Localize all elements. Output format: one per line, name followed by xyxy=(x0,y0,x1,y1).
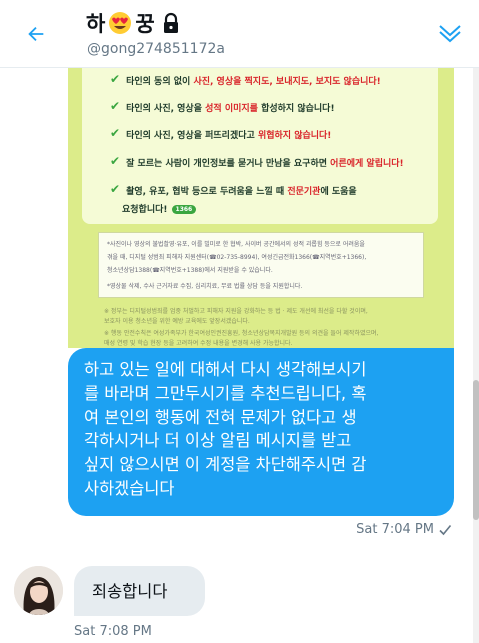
message-text: 죄송합니다 xyxy=(92,582,168,601)
sent-message-meta: Sat 7:04 PM xyxy=(356,522,452,537)
note-line: 청소년상담1388(☎지역번호+1388)에서 지원받을 수 있습니다. xyxy=(107,267,273,274)
footnote-line: ※ 정부는 디지털성범죄를 엄중 처벌하고 피해자 지원을 강화하는 등 법 ·… xyxy=(104,308,368,315)
conversation-header: 하 꿍 @gong274851172a xyxy=(0,0,479,68)
message-line: 싶지 않으시면 이 계정을 차단해주시면 감 xyxy=(84,455,367,475)
title-text-end: 꿍 xyxy=(135,12,155,36)
note-line: *영상물 삭제, 수사 근거자료 수집, 심리치료, 무료 법률 상담 등을 지… xyxy=(107,283,303,290)
poster-rule: ✔ 촬영, 유포, 협박 등으로 두려움을 느낄 때 전문기관에 도움을 xyxy=(110,182,357,197)
note-line: 겪을 때, 디지털 성범죄 피해자 지원센터(☎02-735-8994), 여성… xyxy=(107,254,367,261)
user-handle: @gong274851172a xyxy=(87,41,225,57)
scrollbar-track[interactable] xyxy=(473,68,479,643)
message-line: 사하겠습니다 xyxy=(84,478,175,498)
message-line: 하고 있는 일에 대해서 다시 생각해보시기 xyxy=(84,360,367,379)
received-timestamp: Sat 7:08 PM xyxy=(74,624,152,639)
title-text-start: 하 xyxy=(86,12,106,36)
heart-eyes-emoji-icon xyxy=(109,12,132,34)
conversation-info-icon xyxy=(439,25,461,43)
avatar[interactable] xyxy=(14,566,63,615)
lock-icon xyxy=(163,12,178,33)
scrollbar-thumb[interactable] xyxy=(473,380,479,520)
footnote-line: 보호자 이용 청소년을 위한 예방 교육에도 앞장서겠습니다. xyxy=(104,318,250,325)
back-arrow-icon xyxy=(28,26,44,42)
sent-timestamp: Sat 7:04 PM xyxy=(356,522,434,537)
received-message-bubble[interactable]: 죄송합니다 xyxy=(74,566,205,616)
message-line: 를 바라며 그만두시기를 추천드립니다, 혹 xyxy=(84,383,367,403)
poster-rule: ✔ 타인의 사진, 영상을 퍼뜨리겠다고 위협하지 않습니다! xyxy=(110,126,332,141)
poster-rule: 요청합니다! 1366 xyxy=(122,202,197,215)
shared-image[interactable]: ✔ 타인의 동의 없이 사진, 영상을 찍지도, 보내지도, 보지도 않습니다! … xyxy=(68,68,454,348)
poster-rule: ✔ 타인의 동의 없이 사진, 영상을 찍지도, 보내지도, 보지도 않습니다! xyxy=(110,72,381,87)
message-line: 여 본인의 행동에 전혀 문제가 없다고 생 xyxy=(84,407,357,427)
check-icon: ✔ xyxy=(110,99,121,113)
message-line: 각하시거나 더 이상 알림 메시지를 받고 xyxy=(84,431,352,451)
poster-notes: *사진이나 영상의 불법촬영·유포, 이를 빌미로 한 협박, 사이버 공간에서… xyxy=(98,232,424,298)
poster-rule: ✔ 잘 모르는 사람이 개인정보를 묻거나 만남을 요구하면 어른에게 알립니다! xyxy=(110,154,404,169)
sent-message-bubble[interactable]: 하고 있는 일에 대해서 다시 생각해보시기 를 바라며 그만두시기를 추천드립… xyxy=(68,348,454,516)
hotline-badge: 1366 xyxy=(171,205,197,214)
check-icon: ✔ xyxy=(110,72,121,86)
poster-rule: ✔ 타인의 사진, 영상을 성적 이미지를 합성하지 않습니다! xyxy=(110,99,335,114)
sent-check-icon xyxy=(439,524,452,535)
check-icon: ✔ xyxy=(110,126,121,140)
conversation-info-button[interactable] xyxy=(437,20,465,48)
note-line: *사진이나 영상의 불법촬영·유포, 이를 빌미로 한 협박, 사이버 공간에서… xyxy=(107,241,365,248)
check-icon: ✔ xyxy=(110,182,121,196)
conversation-title[interactable]: 하 꿍 xyxy=(86,8,182,38)
avatar-image xyxy=(14,566,63,615)
check-icon: ✔ xyxy=(110,154,121,168)
back-button[interactable] xyxy=(22,20,50,48)
poster-rules-panel: ✔ 타인의 동의 없이 사진, 영상을 찍지도, 보내지도, 보지도 않습니다! … xyxy=(82,68,438,224)
footnote-line: ※ 행동 안전수칙은 여성가족부가 한국여성인권진흥원, 청소년상담복지개발원 … xyxy=(104,330,379,337)
footnote-line: 매성 연령 및 학습 현장 등을 고려하여 수정 내용을 변경해 사용 가능합니… xyxy=(104,340,293,347)
